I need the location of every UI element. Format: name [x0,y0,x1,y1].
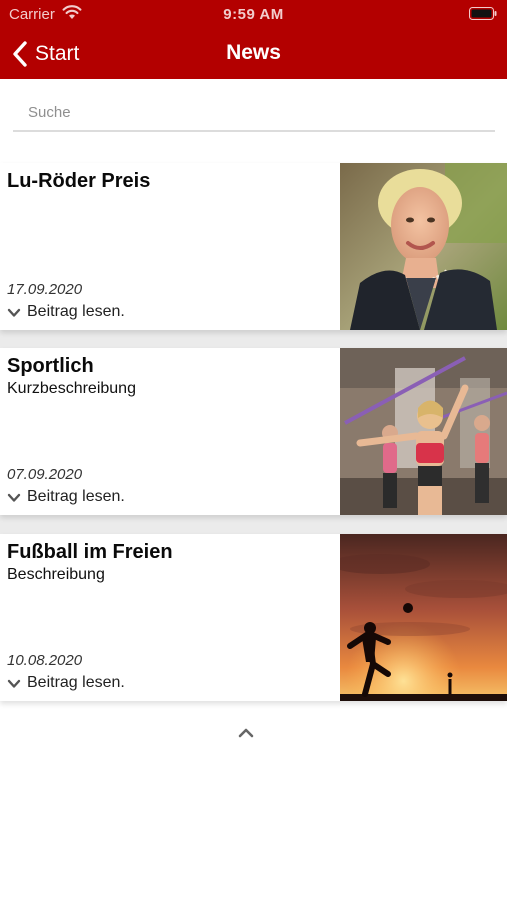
news-title: Fußball im Freien [7,541,173,563]
news-date: 17.09.2020 [7,281,83,298]
read-more-link[interactable]: Beitrag lesen. [7,488,125,506]
soccer-sunset-image [340,534,507,701]
search-input[interactable] [13,96,495,128]
search-bar [13,96,495,132]
status-bar: Carrier 9:59 AM [0,0,507,28]
read-more-link[interactable]: Beitrag lesen. [7,303,125,321]
news-title: Lu-Röder Preis [7,170,151,192]
news-item[interactable]: Lu-Röder Preis 17.09.2020 Beitrag lesen. [0,163,507,330]
news-title: Sportlich [7,355,94,377]
news-description: Beschreibung [7,566,105,583]
news-date: 07.09.2020 [7,466,83,483]
portrait-woman-image [340,163,507,330]
fitness-class-image [340,348,507,515]
back-button[interactable]: Start [12,28,79,79]
chevron-left-icon [13,40,27,67]
status-time: 9:59 AM [223,6,284,23]
news-image[interactable] [340,534,507,701]
navigation-bar: Start News [0,28,507,79]
list-separator [0,330,507,348]
chevron-down-icon [7,308,21,317]
news-date: 10.08.2020 [7,652,83,669]
chevron-down-icon [7,679,21,688]
news-image[interactable] [340,348,507,515]
news-description: Kurzbeschreibung [7,380,136,397]
read-more-link[interactable]: Beitrag lesen. [7,674,125,692]
news-item[interactable]: Fußball im Freien Beschreibung 10.08.202… [0,534,507,701]
battery-icon [469,7,497,20]
list-separator [0,515,507,534]
news-image[interactable] [340,163,507,330]
back-label: Start [35,41,80,65]
read-more-label: Beitrag lesen. [27,303,125,320]
read-more-label: Beitrag lesen. [27,488,125,505]
read-more-label: Beitrag lesen. [27,674,125,691]
chevron-down-icon [7,493,21,502]
news-item[interactable]: Sportlich Kurzbeschreibung 07.09.2020 Be… [0,348,507,515]
chevron-up-icon[interactable] [235,724,257,742]
